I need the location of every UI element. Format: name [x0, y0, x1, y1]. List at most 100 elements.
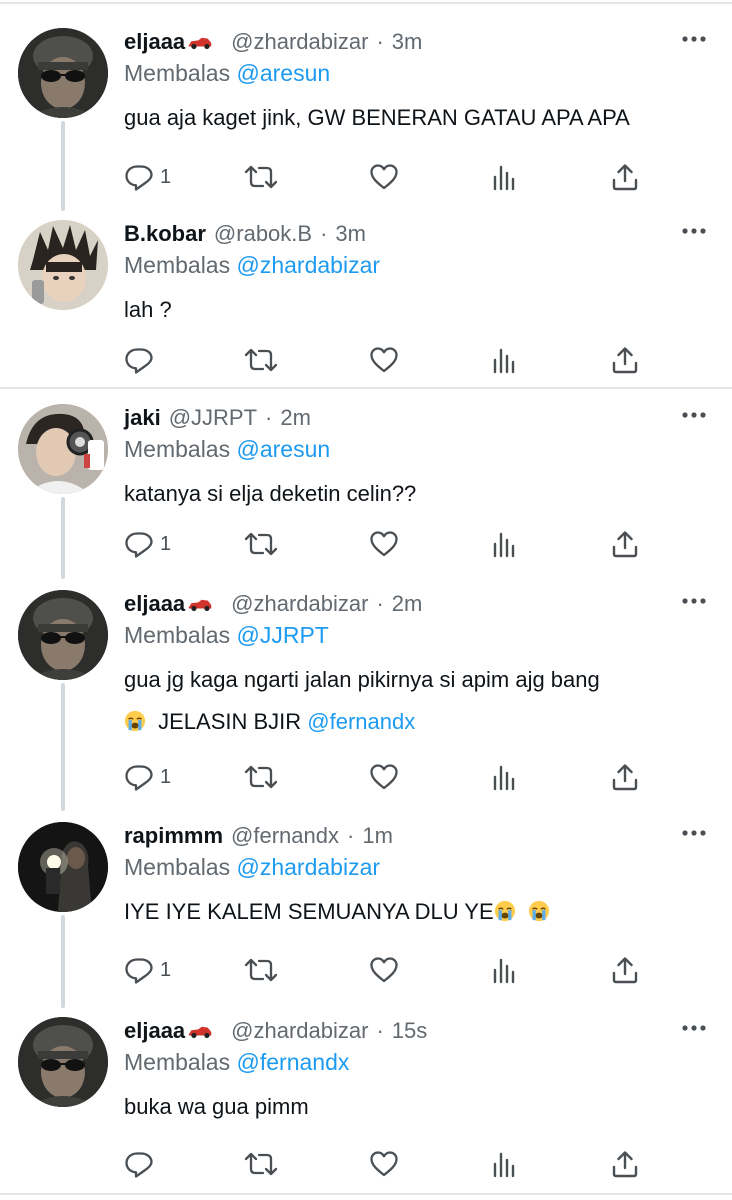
- views-button[interactable]: [490, 162, 520, 192]
- like-button[interactable]: [369, 955, 399, 985]
- avatar[interactable]: [18, 404, 108, 494]
- avatar[interactable]: [18, 220, 108, 310]
- timestamp[interactable]: 3m: [392, 29, 423, 54]
- reply-button[interactable]: 1: [124, 529, 171, 559]
- views-button[interactable]: [490, 529, 520, 559]
- share-button[interactable]: [610, 529, 640, 559]
- like-button[interactable]: [369, 762, 399, 792]
- retweet-button[interactable]: [243, 162, 279, 192]
- timestamp[interactable]: 1m: [362, 823, 393, 848]
- like-button[interactable]: [369, 1149, 399, 1179]
- reply-icon: [124, 345, 154, 375]
- separator: ·: [376, 591, 384, 616]
- reply-to-link[interactable]: @zhardabizar: [237, 252, 381, 278]
- reply-button[interactable]: [124, 345, 160, 375]
- retweet-button[interactable]: [243, 762, 279, 792]
- share-icon: [610, 1149, 640, 1179]
- display-name[interactable]: rapimmm: [124, 823, 223, 848]
- share-button[interactable]: [610, 345, 640, 375]
- tweet-header: jaki @JJRPT · 2m: [124, 404, 712, 432]
- replying-to: Membalas @aresun: [124, 56, 712, 90]
- reply-to-link[interactable]: @fernandx: [237, 1049, 350, 1075]
- action-bar: 1: [124, 162, 644, 192]
- avatar-eljaaa-image: [18, 590, 108, 680]
- username[interactable]: @JJRPT: [169, 405, 257, 430]
- more-icon[interactable]: [682, 228, 706, 234]
- action-bar: 1: [124, 529, 644, 559]
- display-name[interactable]: jaki: [124, 405, 161, 430]
- views-icon: [490, 955, 520, 985]
- share-button[interactable]: [610, 1149, 640, 1179]
- retweet-button[interactable]: [243, 345, 279, 375]
- reply-to-link[interactable]: @aresun: [237, 60, 331, 86]
- replying-to-label: Membalas: [124, 60, 231, 86]
- reply-button[interactable]: 1: [124, 955, 171, 985]
- like-button[interactable]: [369, 162, 399, 192]
- more-icon[interactable]: [682, 830, 706, 836]
- like-button[interactable]: [369, 345, 399, 375]
- share-button[interactable]: [610, 762, 640, 792]
- avatar[interactable]: [18, 590, 108, 680]
- name-decoration-icon: [187, 598, 213, 615]
- retweet-icon: [243, 955, 279, 985]
- avatar-eljaaa-image: [18, 1017, 108, 1107]
- loudly-crying-face-emoji: [528, 900, 550, 922]
- more-icon[interactable]: [682, 412, 706, 418]
- retweet-button[interactable]: [243, 1149, 279, 1179]
- tweet-text-line: lah ?: [124, 297, 172, 322]
- heart-icon: [369, 1149, 399, 1179]
- more-icon[interactable]: [682, 36, 706, 42]
- more-icon[interactable]: [682, 598, 706, 604]
- heart-icon: [369, 762, 399, 792]
- avatar[interactable]: [18, 28, 108, 118]
- like-button[interactable]: [369, 529, 399, 559]
- separator: ·: [376, 29, 384, 54]
- display-name[interactable]: eljaaa: [124, 1018, 185, 1043]
- reply-count: 1: [160, 166, 172, 188]
- share-button[interactable]: [610, 162, 640, 192]
- retweet-icon: [243, 1149, 279, 1179]
- tweet-header: eljaaa @zhardabizar · 2m: [124, 590, 712, 618]
- action-bar: 1: [124, 955, 644, 985]
- views-button[interactable]: [490, 345, 520, 375]
- avatar[interactable]: [18, 1017, 108, 1107]
- display-name[interactable]: B.kobar: [124, 221, 206, 246]
- reply-to-link[interactable]: @JJRPT: [237, 622, 329, 648]
- views-icon: [490, 762, 520, 792]
- tweet-text-line: JELASIN BJIR @fernandx: [124, 701, 712, 743]
- tweet-header: B.kobar @rabok.B · 3m: [124, 220, 712, 248]
- more-icon[interactable]: [682, 1025, 706, 1031]
- tweet-text: gua jg kaga ngarti jalan pikirnya si api…: [124, 659, 712, 743]
- retweet-button[interactable]: [243, 955, 279, 985]
- reply-to-link[interactable]: @zhardabizar: [237, 854, 381, 880]
- username[interactable]: @zhardabizar: [231, 29, 368, 54]
- retweet-button[interactable]: [243, 529, 279, 559]
- heart-icon: [369, 529, 399, 559]
- share-icon: [610, 529, 640, 559]
- views-button[interactable]: [490, 1149, 520, 1179]
- reply-button[interactable]: [124, 1149, 160, 1179]
- username[interactable]: @zhardabizar: [231, 1018, 368, 1043]
- display-name[interactable]: eljaaa: [124, 29, 185, 54]
- username[interactable]: @fernandx: [231, 823, 339, 848]
- timestamp[interactable]: 2m: [280, 405, 311, 430]
- username[interactable]: @rabok.B: [214, 221, 312, 246]
- share-button[interactable]: [610, 955, 640, 985]
- timestamp[interactable]: 15s: [392, 1018, 427, 1043]
- reply-button[interactable]: 1: [124, 762, 171, 792]
- avatar-jaki-image: [18, 404, 108, 494]
- separator: ·: [265, 405, 273, 430]
- reply-to-link[interactable]: @aresun: [237, 436, 331, 462]
- display-name[interactable]: eljaaa: [124, 591, 185, 616]
- views-button[interactable]: [490, 955, 520, 985]
- reply-button[interactable]: 1: [124, 162, 171, 192]
- tweet-text-segment: JELASIN BJIR: [158, 709, 302, 734]
- timestamp[interactable]: 3m: [335, 221, 366, 246]
- username[interactable]: @zhardabizar: [231, 591, 368, 616]
- avatar[interactable]: [18, 822, 108, 912]
- timestamp[interactable]: 2m: [392, 591, 423, 616]
- tweet-text: katanya si elja deketin celin??: [124, 473, 712, 515]
- reply-count: 1: [160, 766, 172, 788]
- mention-link[interactable]: @fernandx: [307, 709, 415, 734]
- views-button[interactable]: [490, 762, 520, 792]
